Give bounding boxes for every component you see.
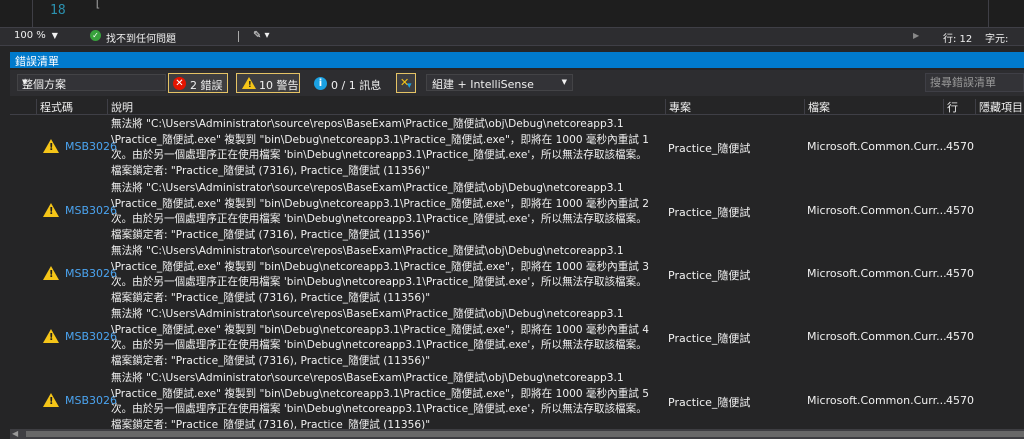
warnings-label: 10 警告 — [259, 79, 299, 92]
warning-icon: ! — [43, 203, 59, 217]
project-name: Practice_隨便試 — [668, 269, 751, 282]
issues-status[interactable]: 找不到任何問題 — [106, 30, 176, 45]
error-list-grid: 程式碼 說明 專案 檔案 行 隱藏項目 ! MSB3026 無法將 "C:\Us… — [10, 98, 1024, 429]
errors-filter-button[interactable]: ✕ 2 錯誤 — [168, 73, 228, 93]
messages-filter-button[interactable]: i 0 / 1 訊息 — [308, 73, 384, 93]
table-row[interactable]: ! MSB3026 無法將 "C:\Users\Administrator\so… — [10, 180, 1024, 243]
editor-divider — [988, 0, 989, 27]
file-name: Microsoft.Common.Curr... — [807, 330, 947, 343]
line-number: 4570 — [946, 330, 974, 343]
warning-icon: ! — [43, 266, 59, 280]
zoom-dropdown[interactable]: 100 % ▼ — [14, 30, 58, 41]
file-name: Microsoft.Common.Curr... — [807, 140, 947, 153]
check-icon: ✓ — [90, 30, 101, 41]
panel-title: 錯誤清單 — [15, 55, 59, 68]
code-cleanup-icon[interactable]: ✎ ▾ — [253, 30, 270, 41]
errors-label: 2 錯誤 — [190, 79, 223, 92]
build-filter-value: 組建 + IntelliSense — [432, 78, 534, 91]
messages-label: 0 / 1 訊息 — [331, 79, 382, 92]
code-fragment: [ — [94, 0, 102, 10]
line-number: 4570 — [946, 394, 974, 407]
file-name: Microsoft.Common.Curr... — [807, 394, 947, 407]
table-row[interactable]: ! MSB3026 無法將 "C:\Users\Administrator\so… — [10, 370, 1024, 429]
project-name: Practice_隨便試 — [668, 332, 751, 345]
warning-icon: ! — [43, 329, 59, 343]
line-indicator: 行: 12 — [943, 34, 973, 45]
error-list-panel: 錯誤清單 整個方案 ▼ ✕ 2 錯誤 ! 10 警告 i 0 / 1 訊息 ✕ ▾… — [0, 46, 1024, 439]
column-header: 程式碼 說明 專案 檔案 行 隱藏項目 — [10, 98, 1024, 115]
column-line[interactable]: 行 — [943, 99, 975, 114]
error-code-link[interactable]: MSB3026 — [65, 394, 117, 407]
error-description: 無法將 "C:\Users\Administrator\source\repos… — [111, 372, 649, 429]
scroll-right-icon[interactable]: ▶ — [913, 31, 919, 40]
column-project[interactable]: 專案 — [665, 99, 804, 114]
column-description[interactable]: 說明 — [107, 99, 665, 114]
error-code-link[interactable]: MSB3026 — [65, 204, 117, 217]
file-name: Microsoft.Common.Curr... — [807, 204, 947, 217]
warnings-filter-button[interactable]: ! 10 警告 — [236, 73, 300, 93]
warning-icon: ! — [242, 77, 256, 89]
table-row[interactable]: ! MSB3026 無法將 "C:\Users\Administrator\so… — [10, 306, 1024, 369]
file-name: Microsoft.Common.Curr... — [807, 267, 947, 280]
filter-funnel-icon: ▾ — [407, 81, 412, 91]
scroll-left-icon[interactable]: ◀ — [12, 429, 18, 438]
table-row[interactable]: ! MSB3026 無法將 "C:\Users\Administrator\so… — [10, 243, 1024, 306]
column-suppression[interactable]: 隱藏項目 — [975, 99, 1024, 114]
editor-gutter — [10, 0, 33, 27]
line-number: 18 — [50, 3, 66, 18]
panel-title-bar[interactable]: 錯誤清單 — [10, 52, 1024, 68]
code-editor[interactable]: 18 [ — [0, 0, 1024, 27]
editor-status-bar: 100 %▼ ✓ 找不到任何問題 ✎ ▾ ▶ 行: 12 字元: 42 — [0, 27, 1024, 56]
zoom-value: 100 % — [14, 30, 46, 41]
error-code-link[interactable]: MSB3026 — [65, 267, 117, 280]
error-description: 無法將 "C:\Users\Administrator\source\repos… — [111, 245, 649, 304]
chevron-down-icon: ▼ — [561, 78, 567, 86]
build-filter-dropdown[interactable]: 組建 + IntelliSense ▼ — [426, 74, 573, 91]
line-number: 4570 — [946, 267, 974, 280]
chevron-down-icon: ▼ — [51, 31, 58, 40]
divider — [238, 31, 239, 42]
project-name: Practice_隨便試 — [668, 142, 751, 155]
error-description: 無法將 "C:\Users\Administrator\source\repos… — [111, 118, 649, 177]
line-number: 4570 — [946, 204, 974, 217]
column-code[interactable]: 程式碼 — [36, 99, 107, 114]
error-description: 無法將 "C:\Users\Administrator\source\repos… — [111, 182, 649, 241]
table-row[interactable]: ! MSB3026 無法將 "C:\Users\Administrator\so… — [10, 116, 1024, 179]
column-file[interactable]: 檔案 — [804, 99, 943, 114]
project-name: Practice_隨便試 — [668, 396, 751, 409]
error-list-toolbar: 整個方案 ▼ ✕ 2 錯誤 ! 10 警告 i 0 / 1 訊息 ✕ ▾ 組建 +… — [10, 70, 1024, 96]
error-code-link[interactable]: MSB3026 — [65, 140, 117, 153]
horizontal-scrollbar[interactable]: ◀ — [10, 429, 1024, 439]
project-name: Practice_隨便試 — [668, 206, 751, 219]
scope-dropdown[interactable]: 整個方案 ▼ — [17, 74, 166, 91]
filter-button[interactable]: ✕ ▾ — [396, 73, 416, 93]
warning-icon: ! — [43, 139, 59, 153]
error-description: 無法將 "C:\Users\Administrator\source\repos… — [111, 308, 649, 367]
info-icon: i — [314, 77, 327, 90]
error-icon: ✕ — [173, 77, 186, 90]
error-code-link[interactable]: MSB3026 — [65, 330, 117, 343]
chevron-down-icon: ▼ — [22, 78, 28, 86]
warning-icon: ! — [43, 393, 59, 407]
line-number: 4570 — [946, 140, 974, 153]
scrollbar-thumb[interactable] — [26, 431, 1024, 437]
search-input[interactable] — [925, 73, 1024, 92]
